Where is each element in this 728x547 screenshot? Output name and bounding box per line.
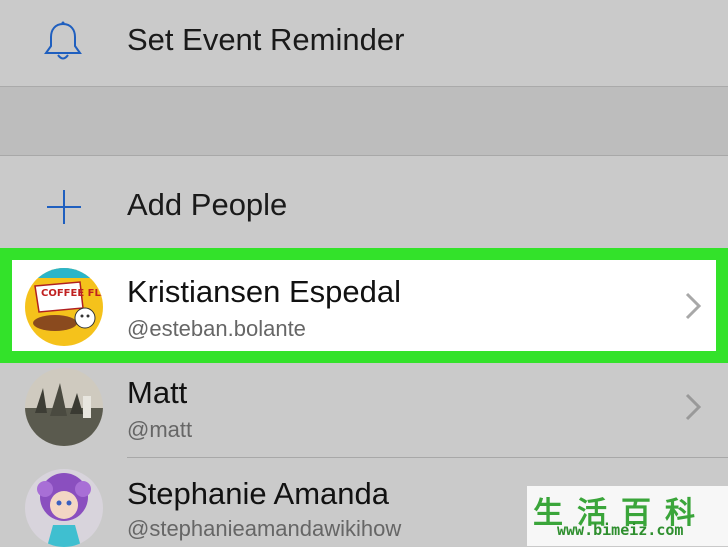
set-event-reminder-label: Set Event Reminder bbox=[127, 22, 405, 57]
avatar bbox=[25, 469, 103, 547]
person-name: Matt bbox=[127, 375, 188, 410]
highlight-box: COFFEE FLAKES! Kristiansen Espedal @este… bbox=[0, 248, 728, 363]
watermark-url: www.bimeiz.com bbox=[557, 521, 684, 539]
plus-icon bbox=[45, 188, 83, 231]
chevron-right-icon bbox=[684, 392, 702, 422]
person-name: Stephanie Amanda bbox=[127, 476, 389, 511]
avatar bbox=[25, 368, 103, 446]
person-row[interactable]: Matt @matt bbox=[0, 363, 728, 458]
avatar: COFFEE FLAKES! bbox=[25, 268, 103, 346]
person-handle: @esteban.bolante bbox=[127, 316, 306, 341]
person-name: Kristiansen Espedal bbox=[127, 274, 401, 309]
person-row[interactable]: COFFEE FLAKES! Kristiansen Espedal @este… bbox=[12, 260, 716, 351]
section-spacer bbox=[0, 87, 728, 156]
add-people-row[interactable]: Add People bbox=[0, 156, 728, 248]
bell-icon bbox=[42, 20, 84, 69]
chevron-right-icon bbox=[684, 291, 702, 321]
set-event-reminder-row[interactable]: Set Event Reminder bbox=[0, 0, 728, 87]
watermark: 生活百科 www.bimeiz.com bbox=[527, 486, 728, 546]
person-handle: @stephanieamandawikihow bbox=[127, 516, 402, 541]
avatar-text-1: COFFEE FLAKES! bbox=[41, 288, 103, 299]
add-people-label: Add People bbox=[127, 187, 288, 222]
person-handle: @matt bbox=[127, 417, 193, 442]
